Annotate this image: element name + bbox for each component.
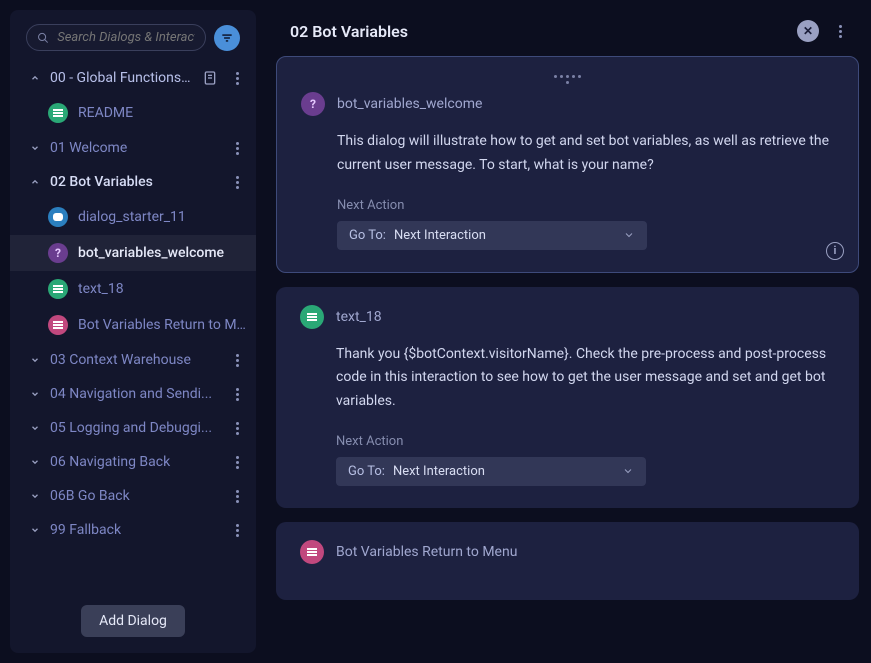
interaction-row[interactable]: Bot Variables Return to Menu — [10, 307, 256, 343]
dialog-menu-button[interactable] — [228, 524, 246, 537]
question-icon — [48, 243, 68, 263]
dialog-label: 01 Welcome — [50, 140, 218, 156]
dialog-menu-button[interactable] — [228, 490, 246, 503]
next-action-select[interactable]: Go To: Next Interaction — [336, 457, 646, 486]
dialog-row[interactable]: 01 Welcome — [10, 131, 256, 165]
next-action-value: Next Interaction — [393, 464, 614, 479]
next-action-value: Next Interaction — [394, 228, 615, 243]
return-icon — [300, 540, 324, 564]
next-action-label: Next Action — [336, 434, 835, 449]
header-menu-button[interactable] — [831, 25, 849, 38]
page-title: 02 Bot Variables — [290, 22, 785, 41]
card-title: bot_variables_welcome — [337, 96, 482, 112]
dialog-label: 06 Navigating Back — [50, 454, 218, 470]
text-icon — [48, 279, 68, 299]
interaction-card[interactable]: text_18 Thank you {$botContext.visitorNam… — [276, 287, 859, 508]
chevron-down-icon[interactable] — [30, 457, 40, 467]
dialog-menu-button[interactable] — [228, 422, 246, 435]
card-title: Bot Variables Return to Menu — [336, 544, 517, 560]
dialog-starter-icon — [48, 207, 68, 227]
interaction-label: bot_variables_welcome — [78, 245, 224, 261]
dialog-row[interactable]: 06 Navigating Back — [10, 445, 256, 479]
dialog-tree: 00 - Global Functions RE... README 01 Welc… — [10, 61, 256, 593]
next-action-label: Next Action — [337, 198, 834, 213]
chevron-down-icon[interactable] — [30, 143, 40, 153]
text-icon — [300, 305, 324, 329]
interaction-card[interactable]: bot_variables_welcome This dialog will il… — [276, 56, 859, 273]
dialog-label: 03 Context Warehouse — [50, 352, 218, 368]
card-title: text_18 — [336, 309, 382, 325]
question-icon — [301, 92, 325, 116]
card-body-text: Thank you {$botContext.visitorName}. Che… — [336, 343, 835, 414]
dialog-label: 04 Navigation and Sendi... — [50, 386, 218, 402]
chevron-down-icon[interactable] — [30, 355, 40, 365]
dialog-row[interactable]: 99 Fallback — [10, 513, 256, 547]
interaction-label: dialog_starter_11 — [78, 209, 186, 225]
chevron-up-icon[interactable] — [30, 73, 40, 83]
goto-label: Go To: — [349, 228, 386, 243]
sidebar: 00 - Global Functions RE... README 01 Welc… — [10, 10, 256, 653]
chevron-down-icon — [622, 465, 634, 477]
dialog-menu-button[interactable] — [228, 456, 246, 469]
next-action-select[interactable]: Go To: Next Interaction — [337, 221, 647, 250]
card-header: text_18 — [300, 305, 835, 329]
chevron-down-icon[interactable] — [30, 491, 40, 501]
search-row — [10, 10, 256, 61]
filter-button[interactable] — [214, 25, 240, 51]
dialog-menu-button[interactable] — [228, 388, 246, 401]
chevron-down-icon[interactable] — [30, 525, 40, 535]
text-icon — [48, 103, 68, 123]
chevron-up-icon[interactable] — [30, 177, 40, 187]
dialog-row[interactable]: 00 - Global Functions RE... — [10, 61, 256, 95]
return-icon — [48, 315, 68, 335]
dialog-label: 99 Fallback — [50, 522, 218, 538]
chevron-down-icon[interactable] — [30, 389, 40, 399]
card-header: Bot Variables Return to Menu — [300, 540, 835, 564]
dialog-label: 06B Go Back — [50, 488, 218, 504]
card-body-text: This dialog will illustrate how to get a… — [337, 130, 834, 178]
interaction-row[interactable]: dialog_starter_11 — [10, 199, 256, 235]
card-header: bot_variables_welcome — [301, 92, 834, 116]
info-icon[interactable] — [826, 242, 844, 260]
search-icon — [37, 31, 49, 45]
interaction-row[interactable]: text_18 — [10, 271, 256, 307]
interaction-row[interactable]: bot_variables_welcome — [10, 235, 256, 271]
close-icon[interactable] — [797, 20, 819, 42]
search-box[interactable] — [26, 24, 206, 51]
dialog-row[interactable]: 06B Go Back — [10, 479, 256, 513]
main-panel: 02 Bot Variables bot_variables_welcome Th… — [256, 0, 871, 663]
dialog-label: 00 - Global Functions RE... — [50, 70, 192, 86]
main-header: 02 Bot Variables — [276, 10, 861, 56]
dialog-row[interactable]: 04 Navigation and Sendi... — [10, 377, 256, 411]
dialog-row[interactable]: 02 Bot Variables — [10, 165, 256, 199]
dialog-menu-button[interactable] — [228, 72, 246, 85]
chevron-down-icon[interactable] — [30, 423, 40, 433]
dialog-row[interactable]: 03 Context Warehouse — [10, 343, 256, 377]
interaction-label: Bot Variables Return to Menu — [78, 317, 246, 333]
dialog-label: 02 Bot Variables — [50, 174, 218, 190]
add-dialog-button[interactable]: Add Dialog — [81, 605, 185, 637]
goto-label: Go To: — [348, 464, 385, 479]
dialog-menu-button[interactable] — [228, 354, 246, 367]
dialog-label: 05 Logging and Debuggi... — [50, 420, 218, 436]
cards-container: bot_variables_welcome This dialog will il… — [276, 56, 861, 653]
document-icon[interactable] — [202, 70, 218, 86]
chevron-down-icon — [623, 229, 635, 241]
filter-icon — [220, 31, 234, 45]
interaction-row[interactable]: README — [10, 95, 256, 131]
dialog-menu-button[interactable] — [228, 142, 246, 155]
interaction-label: text_18 — [78, 281, 124, 297]
interaction-card[interactable]: Bot Variables Return to Menu — [276, 522, 859, 600]
search-input[interactable] — [57, 30, 195, 45]
dialog-row[interactable]: 05 Logging and Debuggi... — [10, 411, 256, 445]
dialog-menu-button[interactable] — [228, 176, 246, 189]
interaction-label: README — [78, 105, 133, 121]
drag-handle-icon[interactable] — [553, 75, 583, 84]
